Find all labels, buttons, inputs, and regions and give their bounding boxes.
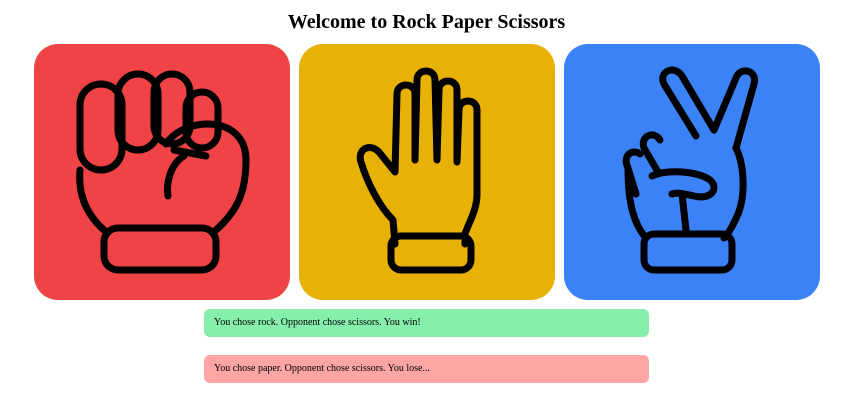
page-title: Welcome to Rock Paper Scissors xyxy=(287,11,566,33)
fist-icon xyxy=(76,70,250,274)
open-hand-icon xyxy=(356,67,481,274)
scissors-choice-button[interactable] xyxy=(564,44,820,300)
peace-hand-icon xyxy=(622,66,759,274)
result-message-win: You chose rock. Opponent chose scissors.… xyxy=(204,309,649,337)
rock-choice-button[interactable] xyxy=(34,44,290,300)
paper-choice-button[interactable] xyxy=(299,44,555,300)
result-message-lose: You chose paper. Opponent chose scissors… xyxy=(204,355,649,383)
